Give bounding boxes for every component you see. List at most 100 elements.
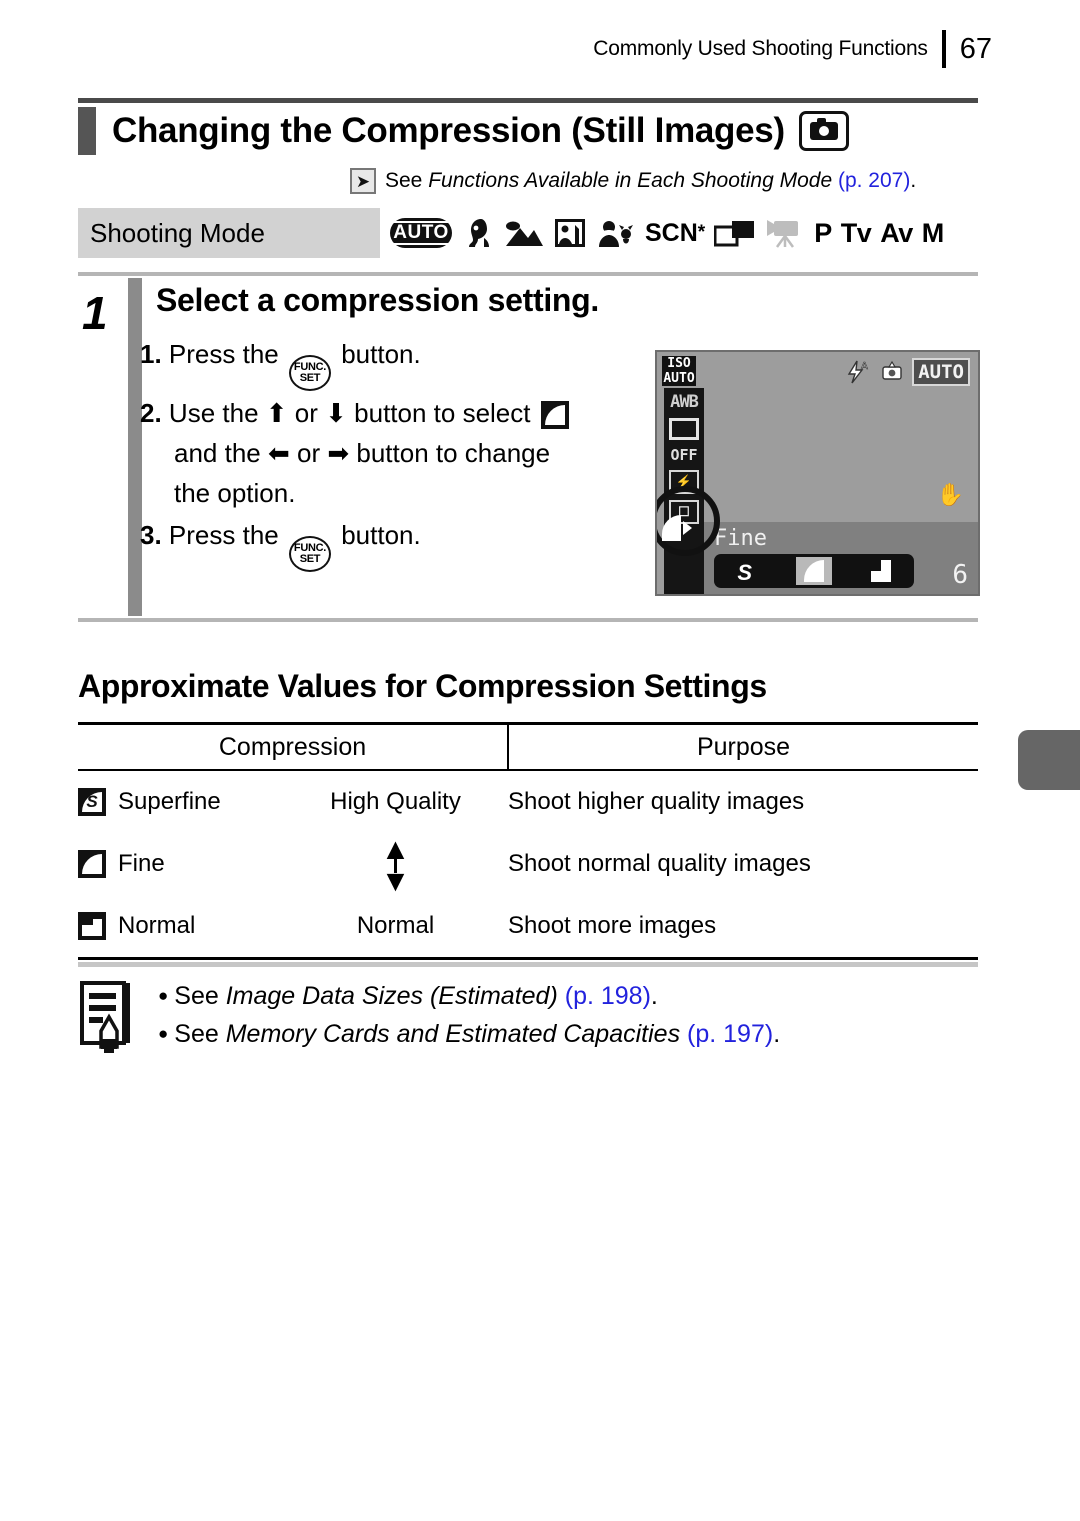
compression-name: Superfine [118,788,221,815]
option-fine[interactable] [795,557,832,585]
page-title-bar: Changing the Compression (Still Images) [78,98,978,158]
program-mode-icon: P [814,217,832,248]
note-suffix: . [773,1020,781,1048]
aperture-priority-mode-icon: Av [880,217,913,248]
note-title: Image Data Sizes (Estimated) [225,982,558,1010]
iso-label: ISO [667,356,691,371]
still-camera-icon [798,111,849,151]
scn-asterisk: * [697,222,706,243]
note-item: ● See Image Data Sizes (Estimated) (p. 19… [158,977,780,1015]
xref-page-link[interactable]: (p. 207) [838,169,910,192]
title-accent-block [78,107,96,155]
camera-shake-warning-icon: ✋ [936,482,964,507]
substep-2-text-e: or [289,438,328,468]
xref-prefix: See [385,169,429,192]
bullet-icon: ● [158,986,169,1005]
manual-mode-icon: M [921,217,945,248]
stitch-assist-mode-icon [714,218,756,248]
quality-range-arrow: ▲ ▼ [283,832,508,898]
normal-compression-icon [78,912,106,940]
option-superfine[interactable]: S [729,557,765,585]
shooting-mode-icon-list: AUTO SCN * P Tv Av M [380,208,978,258]
section-heading: Approximate Values for Compression Setti… [78,668,767,704]
note-page-link[interactable]: (p. 198) [565,982,651,1010]
table-header-row: Compression Purpose [78,722,978,771]
substep-2-text-a: Use the [168,398,266,428]
lcd-status-icons: A AUTO [846,358,970,386]
arrow-right-icon: ➤ [350,168,376,194]
shutter-priority-mode-icon: Tv [840,217,872,248]
substep-3: 3. Press the FUNC. SET button. [140,515,660,572]
note-page-link[interactable]: (p. 197) [687,1020,773,1048]
table-row: Fine ▲ ▼ Shoot normal quality images [78,832,978,898]
compression-name: Normal [118,912,196,939]
note-item: ● See Memory Cards and Estimated Capaciti… [158,1015,780,1053]
header-divider [941,30,946,68]
superfine-glyph: S [737,560,753,585]
note-block: ● See Image Data Sizes (Estimated) (p. 19… [78,975,978,1055]
substep-3-text-before: Press the [168,520,286,550]
camera-lcd-screenshot: ISO AUTO AWB OFF ⚡ ☐ A AUTO ✋ Fine S 6 [655,350,980,596]
cell-purpose-fine: Shoot normal quality images [508,850,811,877]
iso-value: AUTO [663,371,695,386]
substep-2: 2. Use the ⬆ or ⬇ button to select and t… [140,393,660,513]
note-separator [78,962,978,967]
table-header-compression: Compression [78,722,509,771]
note-text-list: ● See Image Data Sizes (Estimated) (p. 19… [158,975,780,1055]
callout-arrow-icon [683,521,692,535]
scene-mode-icon: SCN * [645,219,705,248]
normal-glyph [870,560,891,582]
table-row: S Superfine High Quality Shoot higher qu… [78,770,978,833]
table-row: Normal Normal Shoot more images [78,895,978,960]
chapter-thumb-index-tab [1018,730,1080,790]
fine-compression-icon [540,401,569,429]
shooting-mode-label: Shooting Mode [90,217,265,248]
func-settings-bar: Fine S 6 [704,522,978,594]
substep-3-number: 3. [140,520,162,550]
auto-mode-icon: AUTO [390,218,452,248]
selected-setting-label: Fine [714,526,767,551]
substep-2-text-f: button to change [349,438,551,468]
my-colors-icon [669,418,699,440]
red-eye-correction-icon [882,360,902,380]
xref-title: Functions Available in Each Shooting Mod… [428,169,833,192]
landscape-mode-icon [504,216,544,250]
func-set-button-icon-2: FUNC. SET [288,536,331,572]
movie-mode-icon [765,216,805,250]
substep-1-text-before: Press the [168,339,286,369]
up-arrow-icon: ⬆ [265,398,288,428]
page-title: Changing the Compression (Still Images) [112,111,785,150]
cell-compression-superfine: S Superfine [78,770,283,833]
option-normal[interactable] [863,557,899,585]
up-down-arrow-icon: ▲ ▼ [380,832,411,898]
shooting-mode-bar: Shooting Mode AUTO SCN * P Tv Av M [78,208,978,258]
cell-quality-normal: Normal [283,895,508,960]
fine-glyph [803,560,824,582]
svg-text:A: A [861,361,868,372]
chapter-title: Commonly Used Shooting Functions [593,37,928,60]
substep-2-text-c: button to select [346,398,538,428]
portrait-mode-icon [461,216,495,250]
left-arrow-icon: ⬅ [267,438,290,468]
bullet-icon: ● [158,1024,169,1043]
iso-indicator: ISO AUTO [662,356,696,386]
night-snapshot-mode-icon [553,216,587,250]
white-balance-icon: AWB [670,392,699,412]
flash-auto-icon: A [847,360,869,384]
scn-text: SCN [645,218,698,247]
note-prefix: See [174,1020,226,1048]
page-number: 67 [959,32,992,65]
step-number: 1 [82,287,108,339]
shooting-mode-badge: AUTO [912,358,970,386]
right-arrow-icon: ➡ [327,438,350,468]
note-suffix: . [650,982,658,1010]
func-set-button-icon: FUNC. SET [288,355,331,391]
fine-compression-icon [78,850,106,878]
note-prefix: See [174,982,226,1010]
compression-name: Fine [118,850,165,877]
note-pencil-icon [78,981,138,1055]
cell-compression-normal: Normal [78,895,283,960]
cell-purpose-superfine: Shoot higher quality images [508,788,805,815]
step-instruction-list: 1. Press the FUNC. SET button. 2. Use the… [140,334,660,574]
step-heading: Select a compression setting. [156,282,600,318]
